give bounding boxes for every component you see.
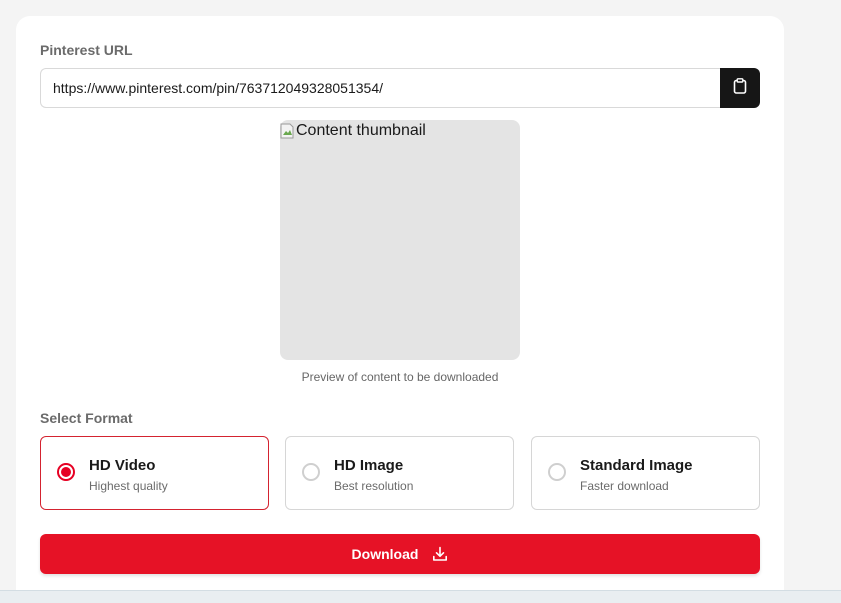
thumbnail-alt: Content thumbnail: [280, 122, 426, 140]
format-option-hd-video[interactable]: HD Video Highest quality: [40, 436, 269, 510]
option-subtitle: Best resolution: [334, 479, 414, 493]
radio-standard-image[interactable]: [548, 463, 566, 481]
url-row: [40, 68, 760, 108]
download-button-label: Download: [351, 546, 419, 562]
radio-hd-video[interactable]: [57, 463, 75, 481]
url-input[interactable]: [40, 68, 720, 108]
radio-hd-image[interactable]: [302, 463, 320, 481]
bottom-strip: [0, 590, 841, 603]
format-label: Select Format: [40, 410, 133, 426]
paste-button[interactable]: [720, 68, 760, 108]
download-card: Pinterest URL Content thumbnail Preview …: [16, 16, 784, 602]
option-subtitle: Faster download: [580, 479, 669, 493]
thumbnail-caption: Preview of content to be downloaded: [301, 370, 499, 384]
option-title: Standard Image: [580, 457, 693, 474]
broken-image-icon: [280, 123, 294, 139]
format-option-hd-image[interactable]: HD Image Best resolution: [285, 436, 514, 510]
option-subtitle: Highest quality: [89, 479, 168, 493]
thumbnail-alt-text: Content thumbnail: [296, 122, 426, 139]
url-label: Pinterest URL: [40, 42, 133, 58]
clipboard-icon: [733, 77, 747, 99]
format-option-standard-image[interactable]: Standard Image Faster download: [531, 436, 760, 510]
option-title: HD Video: [89, 457, 156, 474]
content-thumbnail: Content thumbnail: [280, 120, 520, 360]
download-icon: [432, 546, 448, 562]
download-button[interactable]: Download: [40, 534, 760, 574]
option-title: HD Image: [334, 457, 404, 474]
